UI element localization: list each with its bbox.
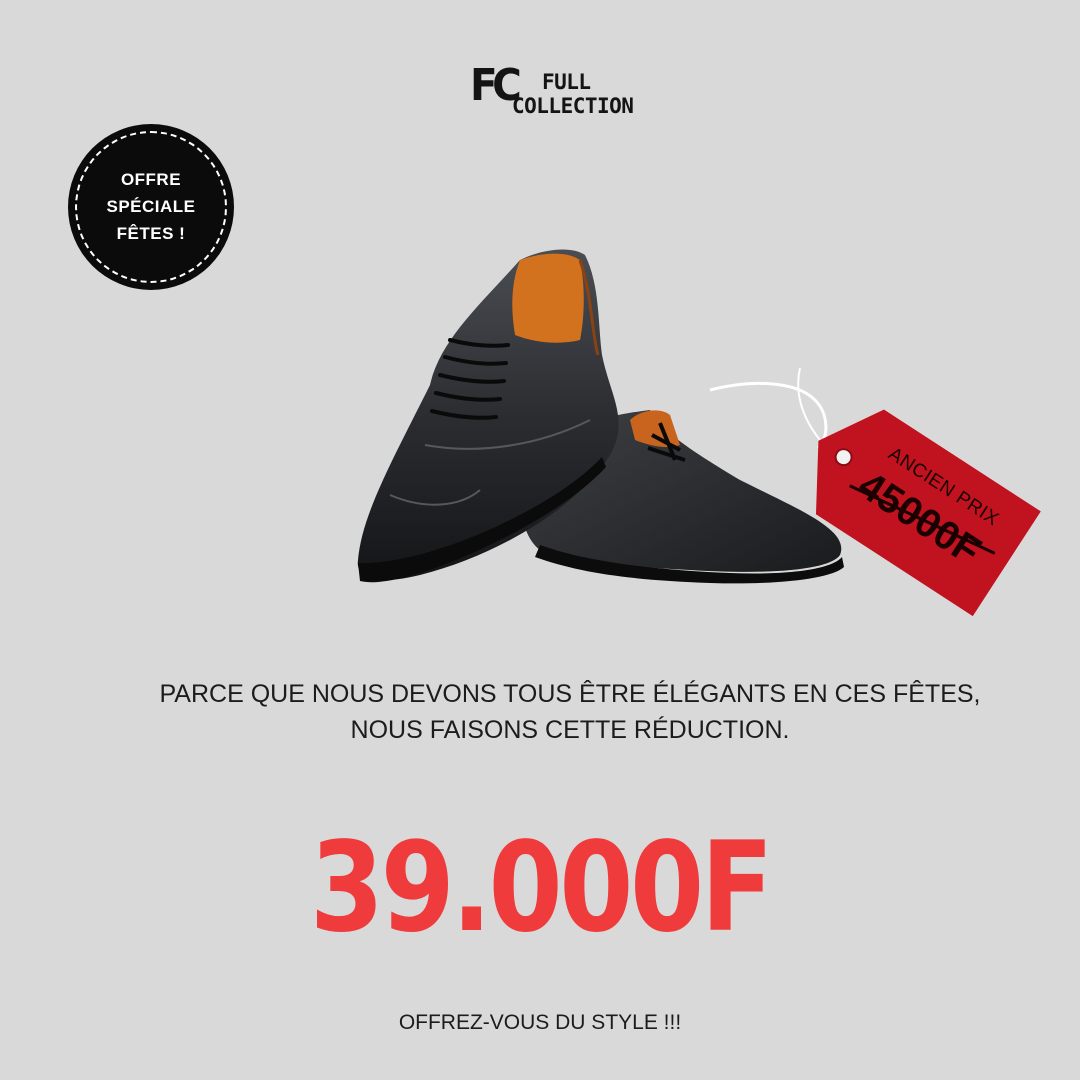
brand-mark: FC <box>470 60 522 111</box>
brand-name: FULL COLLECTION <box>512 70 634 118</box>
new-price: 39.000F <box>309 816 774 960</box>
slogan: OFFREZ-VOUS DU STYLE !!! <box>398 1011 682 1034</box>
badge-line-1: OFFRE <box>120 170 182 189</box>
tagline-line-1: PARCE QUE NOUS DEVONS TOUS ÊTRE ÉLÉGANTS… <box>159 680 981 708</box>
brand-logo: FC FULL COLLECTION <box>470 62 680 122</box>
badge-text: OFFRE SPÉCIALE FÊTES ! <box>68 166 234 247</box>
promo-poster: FC FULL COLLECTION OFFRE SPÉCIALE FÊTES … <box>0 0 1080 1080</box>
tagline-line-2: NOUS FAISONS CETTE RÉDUCTION. <box>350 716 790 744</box>
promo-tagline: PARCE QUE NOUS DEVONS TOUS ÊTRE ÉLÉGANTS… <box>100 676 1040 748</box>
badge-line-3: FÊTES ! <box>116 224 186 243</box>
badge-line-2: SPÉCIALE <box>106 197 196 216</box>
special-offer-badge: OFFRE SPÉCIALE FÊTES ! <box>68 124 234 290</box>
brand-name-line2: COLLECTION <box>512 94 634 118</box>
brand-name-line1: FULL <box>542 70 591 94</box>
